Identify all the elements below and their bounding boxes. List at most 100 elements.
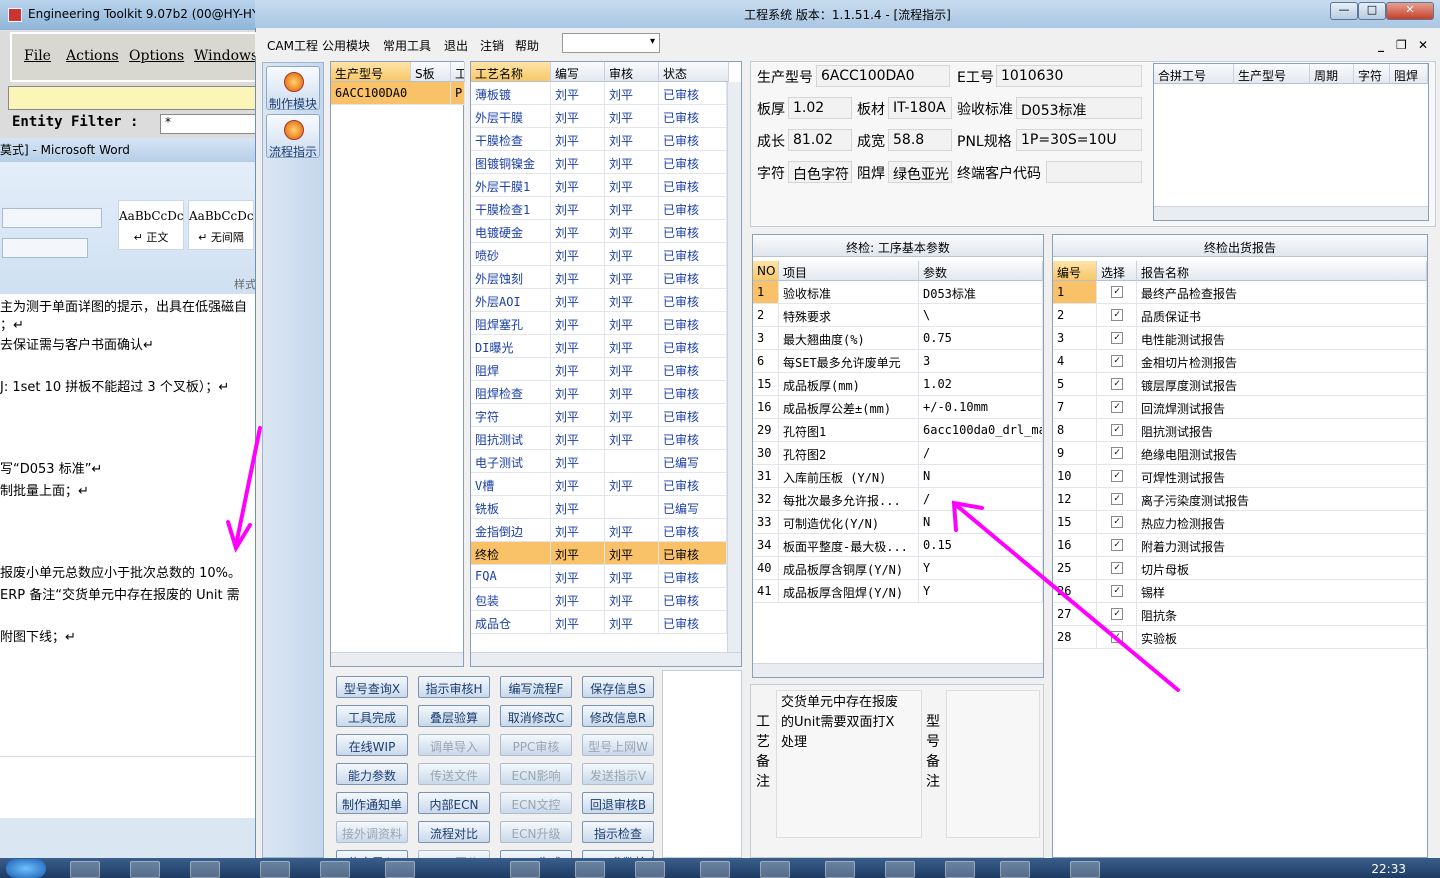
report-checkbox[interactable]: ✓ — [1111, 470, 1123, 482]
process-cell[interactable]: 已审核 — [659, 312, 727, 335]
process-cell[interactable]: 已审核 — [659, 82, 727, 105]
process-cell[interactable]: 刘平 — [551, 473, 605, 496]
process-cell[interactable]: 已审核 — [659, 220, 727, 243]
taskbar-app-icon[interactable] — [760, 861, 790, 878]
report-checkbox[interactable]: ✓ — [1111, 378, 1123, 390]
action-button[interactable]: 内部ECN — [418, 792, 490, 814]
report-select-cell[interactable]: ✓ — [1097, 373, 1137, 396]
param-cell[interactable]: 特殊要求 — [779, 304, 919, 327]
report-select-cell[interactable]: ✓ — [1097, 442, 1137, 465]
process-cell[interactable]: 刘平 — [605, 128, 659, 151]
param-cell[interactable]: 板面平整度-最大极... — [779, 534, 919, 557]
process-cell[interactable]: 刘平 — [605, 335, 659, 358]
report-name[interactable]: 附着力测试报告 — [1137, 534, 1427, 557]
report-number[interactable]: 3 — [1053, 327, 1097, 350]
process-cell[interactable]: 阻焊 — [471, 358, 551, 381]
process-cell[interactable]: 刘平 — [605, 404, 659, 427]
toolkit-menu-actions[interactable]: Actions — [66, 48, 119, 64]
report-name[interactable]: 电性能测试报告 — [1137, 327, 1427, 350]
process-cell[interactable]: 刘平 — [605, 381, 659, 404]
param-cell[interactable]: 入库前压板 (Y/N) — [779, 465, 919, 488]
menu-logout[interactable]: 注销 — [480, 37, 504, 54]
process-cell[interactable]: 已审核 — [659, 381, 727, 404]
process-cell[interactable]: 金指倒边 — [471, 519, 551, 542]
process-cell[interactable]: 刘平 — [551, 427, 605, 450]
report-number[interactable]: 15 — [1053, 511, 1097, 534]
process-cell[interactable]: 刘平 — [551, 496, 605, 519]
param-cell[interactable]: 孔符图2 — [779, 442, 919, 465]
process-cell[interactable]: 刘平 — [551, 312, 605, 335]
param-cell[interactable]: \ — [919, 304, 1043, 327]
report-checkbox[interactable]: ✓ — [1111, 424, 1123, 436]
taskbar-app-icon[interactable] — [260, 861, 290, 878]
col-header[interactable]: 生产型号 — [331, 62, 411, 82]
report-number[interactable]: 7 — [1053, 396, 1097, 419]
process-cell[interactable]: 刘平 — [551, 174, 605, 197]
process-cell[interactable]: 刘平 — [551, 197, 605, 220]
param-cell[interactable]: 33 — [753, 511, 779, 534]
report-select-cell[interactable]: ✓ — [1097, 534, 1137, 557]
menu-cam-project[interactable]: CAM工程 — [267, 37, 318, 54]
report-name[interactable]: 最终产品检查报告 — [1137, 281, 1427, 304]
horizontal-scrollbar[interactable] — [1154, 206, 1428, 220]
param-cell[interactable]: 29 — [753, 419, 779, 442]
param-cell[interactable]: 32 — [753, 488, 779, 511]
process-cell[interactable]: 阻抗测试 — [471, 427, 551, 450]
report-name[interactable]: 锡样 — [1137, 580, 1427, 603]
report-name[interactable]: 品质保证书 — [1137, 304, 1427, 327]
param-cell[interactable]: 6 — [753, 350, 779, 373]
report-select-cell[interactable]: ✓ — [1097, 488, 1137, 511]
process-cell[interactable]: 阻焊塞孔 — [471, 312, 551, 335]
param-cell[interactable]: 31 — [753, 465, 779, 488]
report-select-cell[interactable]: ✓ — [1097, 396, 1137, 419]
mdi-minimize-button[interactable]: _ — [1378, 38, 1384, 52]
param-cell[interactable]: 可制造优化(Y/N) — [779, 511, 919, 534]
process-cell[interactable]: 电镀硬金 — [471, 220, 551, 243]
param-cell[interactable]: +/-0.10mm — [919, 396, 1043, 419]
action-button[interactable]: 传送文件 — [418, 763, 490, 785]
process-cell[interactable]: 刘平 — [551, 588, 605, 611]
report-select-cell[interactable]: ✓ — [1097, 419, 1137, 442]
taskbar-app-icon[interactable] — [825, 861, 855, 878]
report-number[interactable]: 10 — [1053, 465, 1097, 488]
process-cell[interactable]: 已审核 — [659, 151, 727, 174]
mdi-close-button[interactable]: ✕ — [1418, 38, 1428, 52]
col-header[interactable]: 合拼工号 — [1154, 64, 1234, 84]
process-cell[interactable]: 已审核 — [659, 565, 727, 588]
menu-common-module[interactable]: 公用模块 — [322, 37, 370, 54]
report-name[interactable]: 金相切片检测报告 — [1137, 350, 1427, 373]
field-value[interactable]: 白色字符 — [788, 161, 852, 183]
model-remark-text[interactable] — [946, 690, 1040, 838]
report-number[interactable]: 8 — [1053, 419, 1097, 442]
vertical-scrollbar[interactable] — [727, 82, 741, 652]
param-cell[interactable]: 成品板厚(mm) — [779, 373, 919, 396]
col-header[interactable]: 字符 — [1354, 64, 1390, 84]
param-cell[interactable]: 成品板厚公差±(mm) — [779, 396, 919, 419]
action-button[interactable]: 流程对比 — [418, 821, 490, 843]
col-header[interactable]: 状态 — [659, 62, 729, 82]
taskbar-app-icon[interactable] — [945, 861, 975, 878]
process-cell[interactable]: 终检 — [471, 542, 551, 565]
report-select-cell[interactable]: ✓ — [1097, 580, 1137, 603]
process-cell[interactable]: 刘平 — [605, 220, 659, 243]
report-checkbox[interactable]: ✓ — [1111, 516, 1123, 528]
process-cell[interactable]: V槽 — [471, 473, 551, 496]
report-number[interactable]: 2 — [1053, 304, 1097, 327]
start-button[interactable] — [6, 859, 46, 878]
action-button[interactable]: 修改信息R — [582, 705, 654, 727]
process-cell[interactable]: 刘平 — [551, 105, 605, 128]
taskbar-app-icon[interactable] — [1000, 861, 1030, 878]
col-header[interactable]: 审核 — [605, 62, 659, 82]
process-cell[interactable]: 刘平 — [605, 82, 659, 105]
taskbar-app-icon[interactable] — [130, 861, 160, 878]
process-cell[interactable]: 成品仓 — [471, 611, 551, 634]
field-value[interactable]: 6ACC100DA0 — [816, 65, 950, 87]
process-cell[interactable]: 刘平 — [551, 611, 605, 634]
process-cell[interactable]: 刘平 — [551, 289, 605, 312]
process-cell[interactable]: 外层蚀刻 — [471, 266, 551, 289]
param-cell[interactable]: 16 — [753, 396, 779, 419]
process-cell[interactable]: 刘平 — [551, 243, 605, 266]
word-style-normal[interactable]: AaBbCcDc ↵ 正文 — [118, 200, 184, 250]
report-select-cell[interactable]: ✓ — [1097, 557, 1137, 580]
process-cell[interactable]: 外层干膜 — [471, 105, 551, 128]
